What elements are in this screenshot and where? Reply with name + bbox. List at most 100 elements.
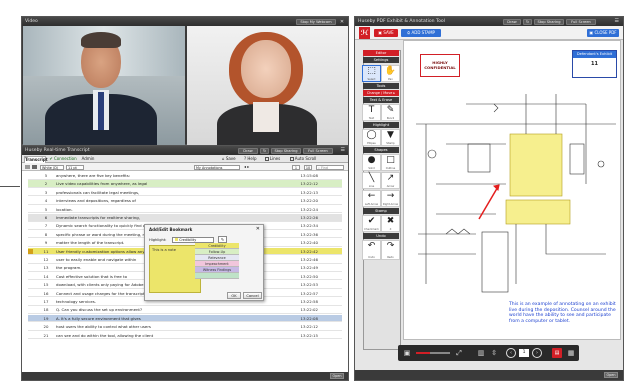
outline-tool[interactable]: □ Outline bbox=[381, 154, 400, 171]
next-page-icon[interactable]: › bbox=[532, 348, 542, 358]
table-row[interactable]: 2 Live video capabilities from anywhere, … bbox=[28, 180, 342, 188]
solid-tool[interactable]: ● Solid bbox=[362, 154, 381, 171]
pdf-file-icon[interactable]: ▤ bbox=[552, 348, 562, 358]
find-input[interactable]: ⌕ Find bbox=[316, 164, 344, 170]
table-row[interactable]: 20 host users the ability to control what… bbox=[28, 323, 342, 331]
redo-icon: ↷ bbox=[386, 241, 395, 251]
stop-webcam-button[interactable]: Stop My Webcam bbox=[296, 18, 336, 25]
redo-tool[interactable]: ↷ Redo bbox=[381, 240, 400, 260]
bookmark-title: Add/Edit Bookmark bbox=[149, 227, 193, 232]
tool-label: Checkmark bbox=[364, 228, 379, 231]
color-swatch-icon[interactable] bbox=[32, 165, 37, 169]
stop-sharing-button[interactable]: Stop Sharing bbox=[271, 147, 301, 154]
font-select[interactable]: White (D) bbox=[40, 164, 64, 170]
table-row[interactable]: 5 anywhere, there are five key benefits: 1… bbox=[28, 172, 342, 180]
tab-admin[interactable]: Admin bbox=[80, 156, 96, 163]
person-tie bbox=[98, 92, 104, 130]
table-row[interactable]: 21 can see and do within the tool, allowi… bbox=[28, 332, 342, 340]
stamp-tool[interactable]: ▼ Stamp bbox=[381, 129, 400, 146]
ellipse-tool[interactable]: ◯ Ellipse bbox=[362, 129, 381, 146]
full-screen-button[interactable]: Full Screen bbox=[566, 18, 596, 25]
video-feed-right bbox=[187, 26, 348, 145]
fit-page-icon[interactable]: ⤢ bbox=[454, 348, 464, 358]
save-button[interactable]: ▣ SAVE bbox=[374, 29, 398, 37]
page-input-1[interactable]: 1 bbox=[292, 164, 300, 170]
text-tool[interactable]: T Text bbox=[362, 104, 381, 121]
table-row[interactable]: 6 Immediate transcripts for realtime shar… bbox=[28, 214, 342, 222]
right-arrow-tool[interactable]: → Right Arrow bbox=[381, 190, 400, 207]
nav-arrows-icon[interactable]: ◂ ▸ bbox=[244, 164, 249, 169]
scroll-icon[interactable]: ⇳ bbox=[489, 348, 499, 358]
tool-label: Outline bbox=[385, 167, 396, 170]
table-row[interactable]: 5 location. 13:22:24 bbox=[28, 206, 342, 214]
panel-editor-header: Editor bbox=[363, 50, 399, 56]
tab-transcript[interactable]: Transcript bbox=[24, 156, 48, 163]
annotations-select[interactable]: My Annotations bbox=[194, 164, 240, 170]
auto-scroll-checkbox[interactable]: Auto Scroll bbox=[290, 156, 330, 162]
highlight-select[interactable]: Credibility bbox=[172, 236, 214, 243]
open-button[interactable]: Open bbox=[604, 372, 618, 378]
x-tool[interactable]: ✖ X bbox=[381, 215, 400, 232]
edit-icon[interactable]: ✎ bbox=[218, 236, 227, 243]
close-icon[interactable]: ✕ bbox=[339, 19, 345, 25]
pan-tool[interactable]: ✋ Pan bbox=[381, 65, 400, 82]
page-number-input[interactable]: 1 bbox=[519, 349, 529, 357]
draw-button[interactable]: Draw bbox=[238, 147, 258, 154]
color-swatch-icon[interactable] bbox=[25, 165, 30, 169]
menu-icon[interactable]: ☰ bbox=[341, 147, 345, 153]
line-tool[interactable]: ╲ Line bbox=[362, 172, 381, 189]
tab-connection[interactable]: ✔ Connection bbox=[48, 156, 78, 163]
checkmark-tool[interactable]: ✔ Checkmark bbox=[362, 215, 381, 232]
line-text: host users the ability to control what o… bbox=[56, 324, 151, 330]
refresh-icon[interactable]: ↻ bbox=[260, 147, 269, 154]
help-label: Help bbox=[247, 156, 257, 161]
ok-button[interactable]: OK bbox=[227, 292, 241, 299]
select-icon: ⬚ bbox=[367, 66, 376, 76]
table-row[interactable]: 4 interviews and depositions, regardless … bbox=[28, 197, 342, 205]
timestamp: 13:22:42 bbox=[300, 248, 318, 254]
open-button[interactable]: Open bbox=[330, 373, 344, 379]
footer-bar bbox=[22, 372, 348, 380]
menu-icon[interactable]: ☰ bbox=[615, 18, 619, 24]
close-pdf-button[interactable]: ▣ CLOSE PDF bbox=[587, 29, 619, 37]
cancel-button[interactable]: Cancel bbox=[243, 292, 262, 299]
tool-label: Pencil bbox=[386, 117, 395, 120]
size-select[interactable]: 11 pt bbox=[66, 164, 84, 170]
line-text: Immediate transcripts for realtime shari… bbox=[56, 215, 141, 220]
undo-tool[interactable]: ↶ Undo bbox=[362, 240, 381, 260]
table-row[interactable]: 3 professionals can facilitate legal meet… bbox=[28, 189, 342, 197]
note-textarea[interactable]: This is a note bbox=[149, 245, 201, 293]
timestamp: 13:22:46 bbox=[300, 257, 318, 262]
line-text: anywhere, there are five key benefits: bbox=[56, 173, 131, 178]
line-text: interviews and depositions, regardless o… bbox=[56, 198, 136, 204]
pencil-tool[interactable]: ✎ Pencil bbox=[381, 104, 400, 121]
grid-view-icon[interactable]: ▦ bbox=[566, 348, 576, 358]
highlight-label: Highlight: bbox=[149, 238, 167, 242]
save-button[interactable]: ⌂ Save bbox=[222, 156, 242, 162]
add-stamp-button[interactable]: ⛭ ADD STAMP bbox=[401, 29, 441, 37]
bookmark-icon[interactable] bbox=[28, 248, 33, 255]
page-input-2[interactable]: 10 bbox=[304, 164, 312, 170]
arrow-tool[interactable]: ↗ Arrow bbox=[381, 172, 400, 189]
left-arrow-tool[interactable]: ← Left Arrow bbox=[362, 190, 381, 207]
table-row[interactable]: 19 A. It's a fully secure environment tha… bbox=[28, 314, 342, 323]
close-icon[interactable]: ✕ bbox=[256, 226, 260, 232]
full-screen-button[interactable]: Full Screen bbox=[303, 147, 333, 154]
stop-sharing-button[interactable]: Stop Sharing bbox=[534, 18, 564, 25]
select-tool[interactable]: ⬚ Select bbox=[362, 65, 381, 82]
change-move-button[interactable]: Change / Move ▸ bbox=[363, 90, 399, 96]
image-icon[interactable]: ▣ bbox=[402, 348, 412, 358]
draw-button[interactable]: Draw bbox=[503, 18, 521, 25]
two-page-icon[interactable]: ▥ bbox=[476, 348, 486, 358]
find-placeholder: Find bbox=[320, 165, 328, 170]
solid-circle-icon: ● bbox=[367, 155, 376, 165]
prev-page-icon[interactable]: ‹ bbox=[506, 348, 516, 358]
highlight-option[interactable] bbox=[195, 273, 239, 279]
timestamp: 13:22:08 bbox=[300, 315, 318, 321]
tool-label: Select bbox=[367, 78, 376, 81]
refresh-icon[interactable]: ↻ bbox=[523, 18, 532, 25]
table-row[interactable]: 18 Q. Can you discuss the set up environm… bbox=[28, 306, 342, 314]
help-button[interactable]: ? Help bbox=[244, 156, 262, 162]
tool-label: Undo bbox=[368, 256, 375, 259]
lines-checkbox[interactable]: Lines bbox=[265, 156, 287, 162]
